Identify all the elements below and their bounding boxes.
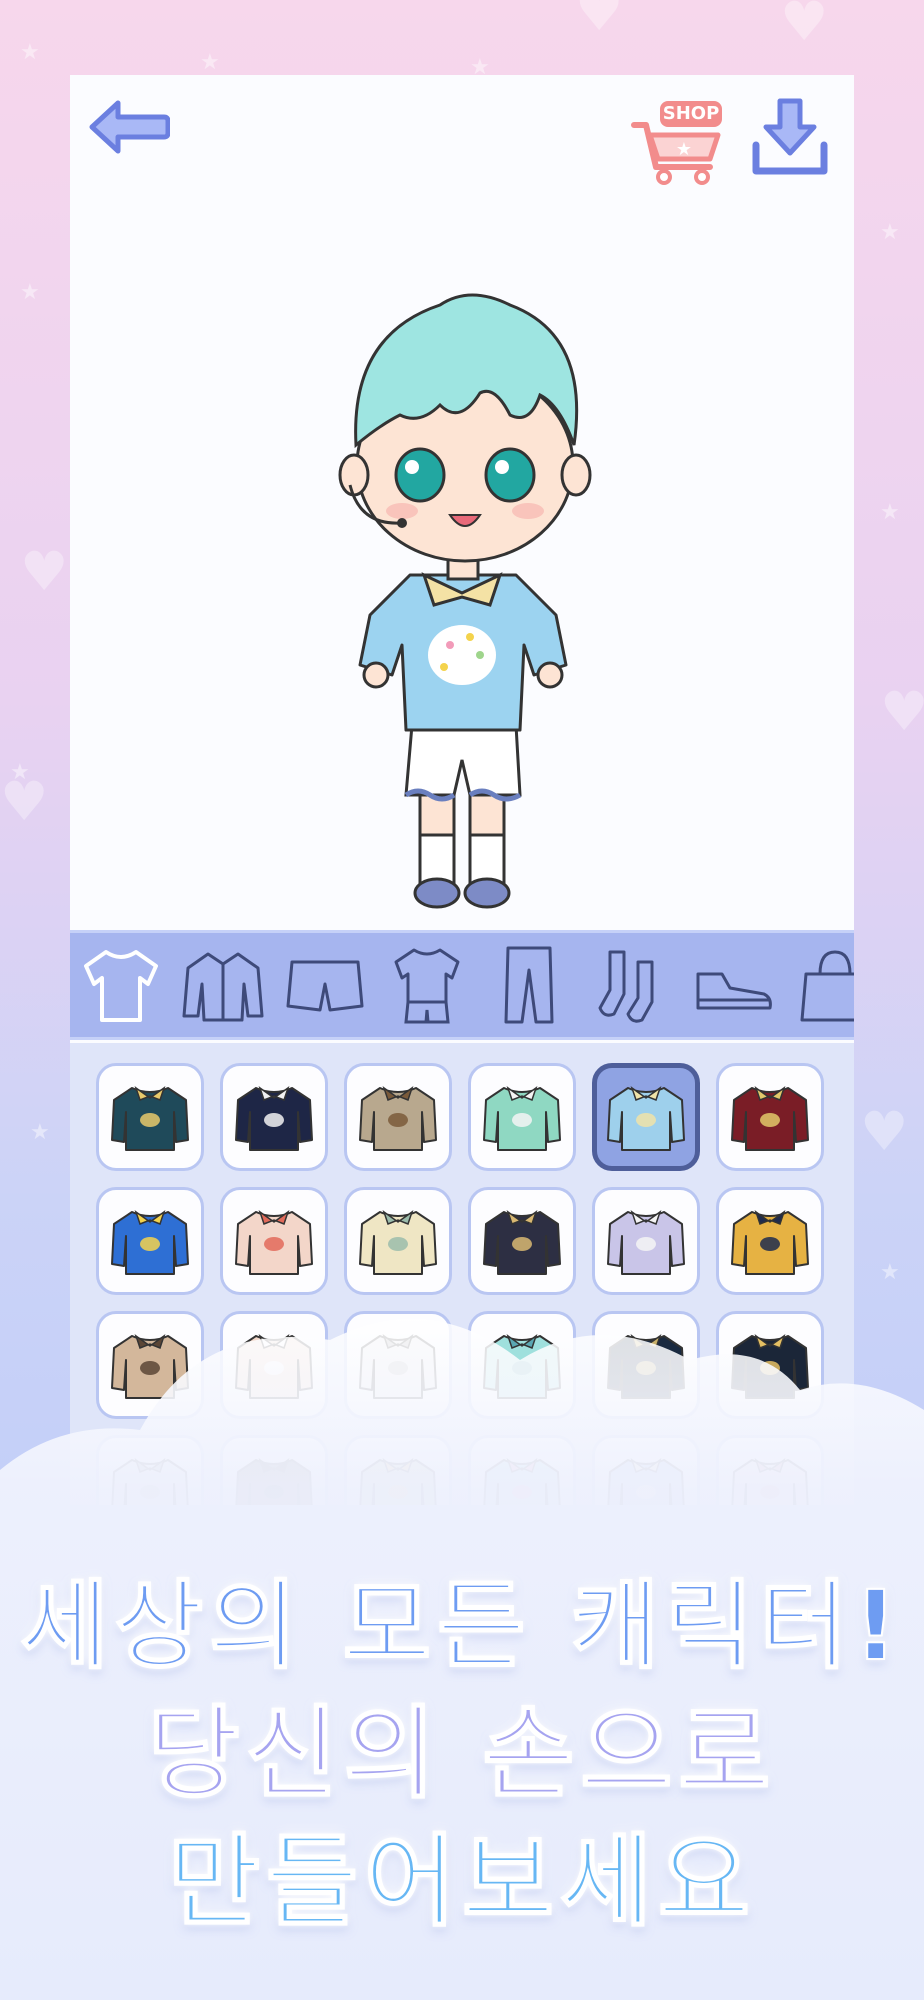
- shirt-icon: [731, 1086, 809, 1151]
- category-pants[interactable]: [478, 935, 580, 1035]
- shirt-icon: [731, 1210, 809, 1275]
- star-decoration: ★: [880, 220, 900, 245]
- shoes-icon: [696, 972, 772, 1010]
- clothing-item[interactable]: [716, 1187, 824, 1295]
- category-tshirt[interactable]: [70, 935, 172, 1035]
- clothing-item[interactable]: [592, 1063, 700, 1171]
- clothing-item[interactable]: [468, 1187, 576, 1295]
- category-shoes[interactable]: [682, 935, 784, 1035]
- shirt-icon: [607, 1086, 685, 1151]
- category-jacket[interactable]: [172, 935, 274, 1035]
- shirt-icon: [359, 1210, 437, 1275]
- pants-icon: [504, 946, 554, 1024]
- clothing-item[interactable]: [344, 1063, 452, 1171]
- shirt-icon: [235, 1210, 313, 1275]
- heart-decoration: ♥: [880, 680, 924, 743]
- heart-decoration: ♥: [575, 0, 624, 43]
- star-decoration: ★: [20, 280, 40, 305]
- clothing-item[interactable]: [220, 1063, 328, 1171]
- clothing-item[interactable]: [96, 1187, 204, 1295]
- shirt-icon: [111, 1086, 189, 1151]
- clothing-item[interactable]: [592, 1187, 700, 1295]
- category-bag[interactable]: [784, 935, 854, 1035]
- category-bar: [70, 930, 854, 1040]
- clothing-item[interactable]: [96, 1063, 204, 1171]
- heart-decoration: ♥: [860, 1100, 909, 1163]
- star-decoration: ★: [880, 500, 900, 525]
- star-decoration: ★: [200, 50, 220, 75]
- clothing-item[interactable]: [344, 1187, 452, 1295]
- tshirt-icon: [84, 950, 158, 1022]
- download-icon: [752, 98, 828, 175]
- shop-button[interactable]: ★ SHOP: [630, 95, 726, 185]
- shirt-icon: [607, 1210, 685, 1275]
- shirt-icon: [483, 1086, 561, 1151]
- shop-label: SHOP: [662, 103, 720, 124]
- bag-icon: [800, 950, 854, 1022]
- download-button[interactable]: [750, 97, 830, 179]
- clothing-item[interactable]: [220, 1187, 328, 1295]
- back-button[interactable]: [88, 97, 171, 157]
- character-preview: ★ SHOP: [70, 75, 854, 930]
- star-decoration: ★: [30, 1120, 50, 1145]
- headline-line-3: 만들어보세요: [167, 1822, 756, 1941]
- clothing-item[interactable]: [468, 1063, 576, 1171]
- chibi-character: [320, 275, 610, 945]
- heart-decoration: ♥: [20, 540, 69, 603]
- star-decoration: ★: [880, 1260, 900, 1285]
- heart-decoration: ♥: [0, 770, 49, 833]
- category-socks[interactable]: [580, 935, 682, 1035]
- shorts-icon: [286, 960, 364, 1012]
- arrow-left-icon: [89, 100, 171, 154]
- category-outfit-set[interactable]: [376, 935, 478, 1035]
- shirt-icon: [359, 1086, 437, 1151]
- heart-decoration: ♥: [780, 0, 829, 53]
- socks-icon: [598, 950, 654, 1023]
- headline-line-2: 당신의 손으로: [147, 1694, 777, 1813]
- star-decoration: ★: [20, 40, 40, 65]
- category-shorts[interactable]: [274, 935, 376, 1035]
- jacket-icon: [182, 952, 264, 1022]
- dress-up-screen: ★ SHOP: [70, 75, 854, 1505]
- headline-line-1: 세상의 모든 캐릭터!: [19, 1569, 904, 1683]
- shirt-icon: [111, 1210, 189, 1275]
- shirt-icon: [483, 1210, 561, 1275]
- clothing-item[interactable]: [716, 1063, 824, 1171]
- shirt-icon: [235, 1086, 313, 1151]
- outfit-set-icon: [394, 948, 460, 1024]
- svg-text:★: ★: [676, 139, 692, 160]
